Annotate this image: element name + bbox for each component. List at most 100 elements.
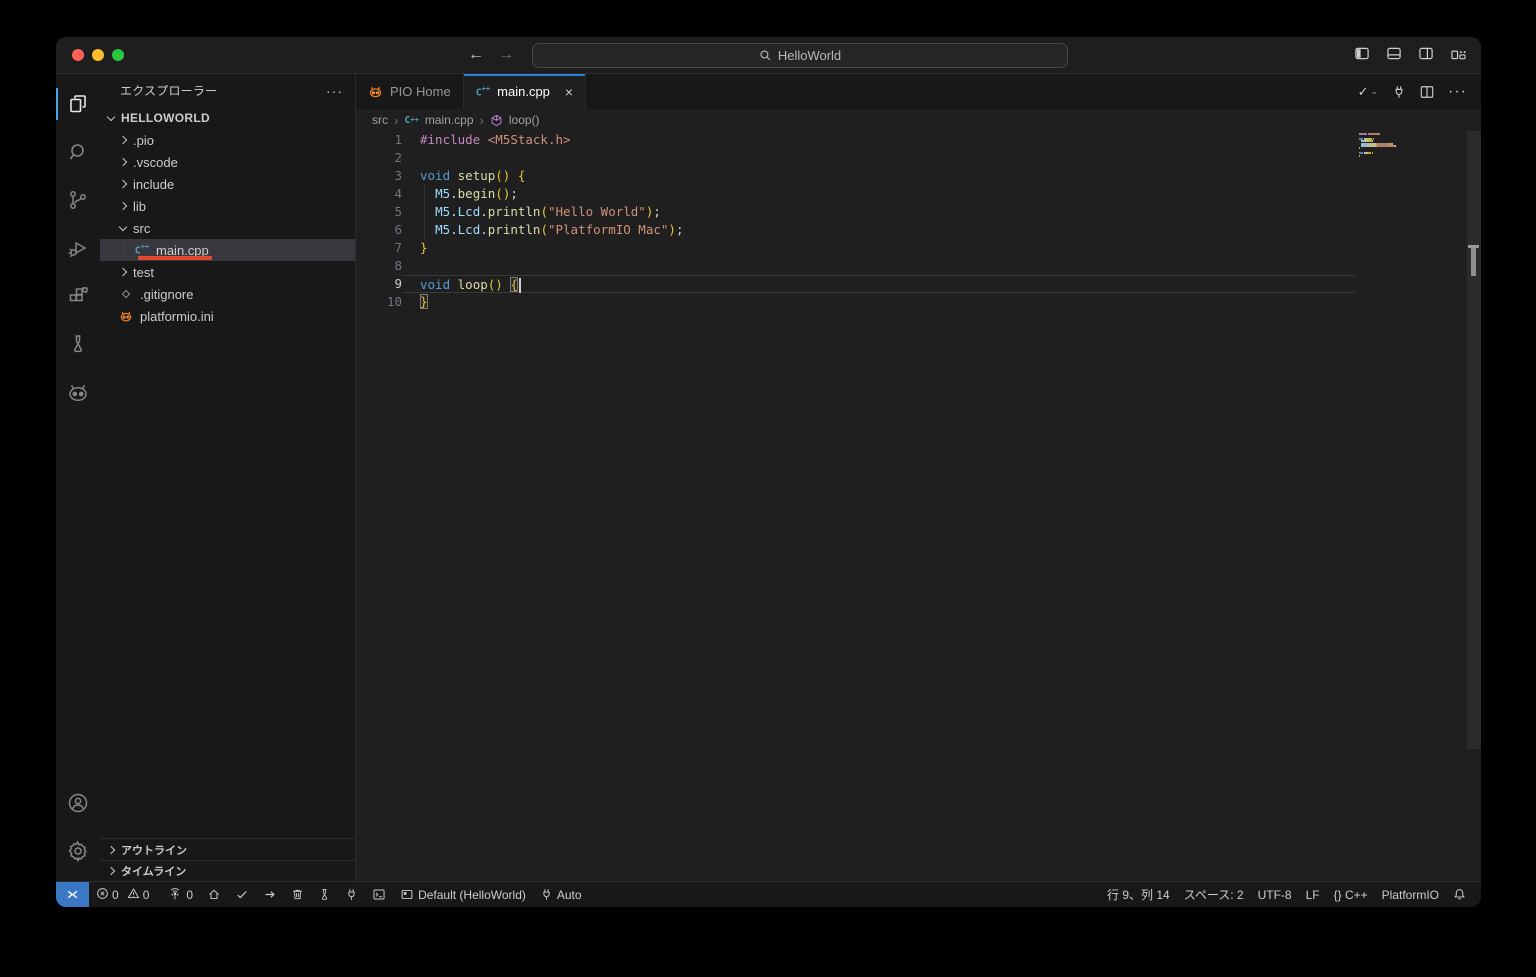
statusbar-pio-env[interactable]: Default (HelloWorld) (393, 882, 533, 907)
tree-item-label: lib (133, 198, 147, 214)
more-actions-icon[interactable]: ··· (1448, 83, 1467, 101)
sidebar-explorer: エクスプローラー ··· HELLOWORLD .pio .vscode inclu… (100, 74, 356, 881)
code-line[interactable]: 7} (356, 239, 1355, 257)
code-line[interactable]: 2 (356, 149, 1355, 167)
zoom-window-button[interactable] (112, 49, 124, 61)
statusbar-pio-home[interactable] (200, 882, 228, 907)
code-line-content: void setup() { (420, 168, 526, 183)
code-line[interactable]: 9 void loop() { (356, 275, 1355, 293)
editor-actions: ✓ ⌄ ··· (1358, 74, 1481, 109)
code-line[interactable]: 3 void setup() { (356, 167, 1355, 185)
tree-item-label: platformio.ini (140, 308, 214, 324)
code-line[interactable]: 1 #include <M5Stack.h> (356, 131, 1355, 149)
breadcrumb-loop[interactable]: loop() (509, 113, 540, 127)
run-task-button[interactable]: ✓ ⌄ (1358, 84, 1378, 100)
statusbar-language-mode[interactable]: {} C++ (1327, 882, 1375, 907)
breadcrumb-separator: › (394, 112, 399, 128)
platformio-sidebar-icon[interactable] (56, 368, 100, 416)
tree-item-main-cpp[interactable]: C++ main.cpp (100, 239, 355, 261)
statusbar-pio-monitor[interactable] (338, 882, 365, 907)
editor-scrollbar[interactable] (1467, 131, 1481, 881)
code-line[interactable]: 10} (356, 293, 1355, 311)
settings-gear-icon[interactable] (56, 827, 100, 875)
tab-pio-home[interactable]: PIO Home (356, 74, 464, 109)
platformio-icon (369, 86, 382, 98)
statusbar-pio-port[interactable]: Auto (533, 882, 589, 907)
tree-item-lib[interactable]: lib (100, 195, 355, 217)
plug-icon (345, 888, 358, 901)
code-editor[interactable]: 1 #include <M5Stack.h> 2 3 void setup() { 4 M… (356, 131, 1355, 881)
split-editor-icon[interactable] (1420, 85, 1434, 99)
toggle-panel-icon[interactable] (1386, 46, 1402, 61)
indent-guide (424, 185, 425, 239)
tree-item--gitignore[interactable]: .gitignore (100, 283, 355, 305)
breadcrumb-main-cpp[interactable]: main.cpp (425, 113, 474, 127)
line-number: 3 (394, 168, 402, 183)
close-tab-icon[interactable]: × (565, 85, 573, 99)
code-line[interactable]: 5 M5.Lcd.println("Hello World"); (356, 203, 1355, 221)
tree-item-src[interactable]: src (100, 217, 355, 239)
minimize-window-button[interactable] (92, 49, 104, 61)
line-number: 9 (394, 276, 402, 291)
back-icon[interactable]: ← (468, 44, 484, 66)
timeline-section[interactable]: タイムライン (100, 860, 355, 881)
code-line[interactable]: 8 (356, 257, 1355, 275)
statusbar-platformio[interactable]: PlatformIO (1375, 882, 1446, 907)
line-number: 2 (394, 150, 402, 165)
statusbar-cursor-position[interactable]: 行 9、列 14 (1100, 882, 1177, 907)
code-line-content (402, 257, 1355, 275)
statusbar-item-label: LF (1305, 887, 1320, 902)
run-debug-icon[interactable] (56, 224, 100, 272)
statusbar-notifications[interactable] (1446, 882, 1473, 907)
toggle-primary-sidebar-icon[interactable] (1354, 46, 1370, 61)
breadcrumb-src[interactable]: src (372, 113, 388, 127)
serial-monitor-plug-icon[interactable] (1392, 85, 1406, 99)
source-control-icon[interactable] (56, 176, 100, 224)
tree-root-helloworld[interactable]: HELLOWORLD (100, 107, 355, 129)
statusbar-pio-terminal[interactable] (365, 882, 393, 907)
statusbar-eol[interactable]: LF (1299, 882, 1327, 907)
desktop: ← → HelloWorld エクスプローラー ··· HELLOWORLD .… (0, 0, 1536, 977)
statusbar-pio-clean[interactable] (284, 882, 311, 907)
statusbar-item-label: {} C++ (1333, 887, 1368, 902)
statusbar-indentation[interactable]: スペース: 2 (1177, 882, 1251, 907)
explorer-title: エクスプローラー (120, 84, 218, 98)
statusbar-pio-test[interactable] (311, 882, 338, 907)
scrollbar-slider[interactable] (1467, 131, 1481, 749)
tree-item-platformio-ini[interactable]: platformio.ini (100, 305, 355, 327)
toggle-secondary-sidebar-icon[interactable] (1418, 46, 1434, 61)
customize-layout-icon[interactable] (1450, 46, 1467, 61)
code-line-content: void loop() { (402, 275, 1355, 293)
extensions-icon[interactable] (56, 272, 100, 320)
explorer-icon[interactable] (56, 80, 100, 128)
tree-item--vscode[interactable]: .vscode (100, 151, 355, 173)
command-center[interactable]: HelloWorld (532, 43, 1068, 68)
statusbar-remote-indicator[interactable] (56, 882, 89, 907)
tree-item-test[interactable]: test (100, 261, 355, 283)
tree-item--pio[interactable]: .pio (100, 129, 355, 151)
outline-section[interactable]: アウトライン (100, 839, 355, 860)
statusbar-encoding[interactable]: UTF-8 (1251, 882, 1299, 907)
line-number: 4 (394, 186, 402, 201)
error-count: 0 (112, 887, 119, 902)
minimap[interactable] (1355, 131, 1467, 881)
statusbar-pio-upload[interactable] (256, 882, 284, 907)
statusbar-pio-remote[interactable]: 0 (161, 882, 200, 907)
statusbar-pio-build[interactable] (228, 882, 256, 907)
tree-item-label: include (133, 176, 175, 192)
close-window-button[interactable] (72, 49, 84, 61)
code-line-content: #include <M5Stack.h> (420, 132, 571, 147)
tree-item-include[interactable]: include (100, 173, 355, 195)
line-number: 5 (394, 204, 402, 219)
text-cursor (518, 278, 521, 293)
accounts-icon[interactable] (56, 779, 100, 827)
search-sidebar-icon[interactable] (56, 128, 100, 176)
forward-icon[interactable]: → (498, 44, 514, 66)
code-line[interactable]: 6 M5.Lcd.println("PlatformIO Mac"); (356, 221, 1355, 239)
explorer-more-actions-icon[interactable]: ··· (326, 83, 343, 99)
tab-main-cpp[interactable]: C++ main.cpp × (463, 74, 587, 109)
statusbar-item-label: 0 (186, 887, 194, 902)
code-line[interactable]: 4 M5.begin(); (356, 185, 1355, 203)
statusbar-problems[interactable]: 00 (89, 882, 161, 907)
testing-icon[interactable] (56, 320, 100, 368)
